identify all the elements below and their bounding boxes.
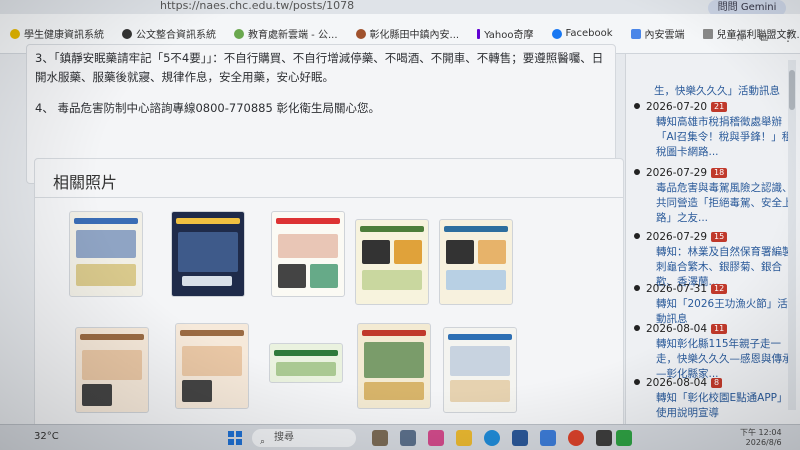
photo-thumbnail[interactable] <box>439 219 513 305</box>
app-icon[interactable] <box>372 430 388 446</box>
main-content: 3、「鎮靜安眠藥請牢記「5不4要」」：不自行購買、不自行增減停藥、不喝酒、不開車… <box>0 44 625 428</box>
screen: https://naes.chc.edu.tw/posts/1078 問問 Ge… <box>0 0 800 450</box>
news-link[interactable]: 轉知高雄市稅捐稽徵處舉辦「AI召集令！稅與爭鋒！」租稅圖卡網路... <box>634 115 794 160</box>
facebook-icon <box>551 28 562 39</box>
news-link[interactable]: 毒品危害與毒駕風險之認識、共同營造「拒絕毒駕、安全上路」之友... <box>634 181 794 226</box>
drive-icon <box>630 28 641 39</box>
system-clock[interactable]: 下午 12:04 2026/8/6 <box>740 428 782 448</box>
toolbar-icons: ☆ ⧉ ⋮ <box>735 30 794 45</box>
news-item: 2026-07-20 21 轉知高雄市稅捐稽徵處舉辦「AI召集令！稅與爭鋒！」租稅… <box>634 100 794 160</box>
photo-thumbnail[interactable] <box>443 327 517 413</box>
app-icon[interactable] <box>596 430 612 446</box>
school-icon <box>355 28 366 39</box>
news-item: 2026-07-29 15 轉知：林業及自然保育署編製刺龜合繁木、銀膠菊、銀合歡、… <box>634 230 794 290</box>
app-icon[interactable] <box>540 430 556 446</box>
windows-start-icon[interactable] <box>228 431 242 445</box>
circle-yellow-icon <box>10 28 20 39</box>
bookmark-cloud[interactable]: 教育處新雲端 - 公... <box>234 26 338 41</box>
app-icon[interactable] <box>512 430 528 446</box>
menu-icon[interactable]: ⋮ <box>782 30 794 45</box>
count-badge: 11 <box>711 324 728 334</box>
chrome-icon[interactable] <box>568 430 584 446</box>
weather-widget[interactable]: 32°C <box>34 431 59 442</box>
photo-thumbnail[interactable] <box>69 211 143 297</box>
line-icon[interactable] <box>616 430 632 446</box>
bookmark-drive[interactable]: 內安雲端 <box>630 26 685 41</box>
count-badge: 21 <box>711 102 728 112</box>
photos-title: 相關照片 <box>53 173 118 192</box>
sidebar-news: 生，快樂久久久」活動訊息 2026-07-20 21 轉知高雄市稅捐稽徵處舉辦「A… <box>625 54 800 424</box>
star-icon[interactable]: ☆ <box>735 30 746 45</box>
news-item: 2026-08-04 8 轉知「彰化校園E點通APP」使用說明宣導 <box>634 376 794 421</box>
photo-thumbnail[interactable] <box>175 323 249 409</box>
news-link[interactable]: 轉知「彰化校園E點通APP」使用說明宣導 <box>634 391 794 421</box>
scrollbar[interactable] <box>788 60 796 410</box>
photo-thumbnail[interactable] <box>355 219 429 305</box>
count-badge: 12 <box>711 284 728 294</box>
photo-thumbnail[interactable] <box>75 327 149 413</box>
taskbar-search[interactable]: ⌕ 搜尋 <box>252 429 356 447</box>
divider <box>35 197 623 198</box>
count-badge: 15 <box>711 232 728 242</box>
bookmark-facebook[interactable]: Facebook <box>551 28 613 39</box>
article-item-3: 3、「鎮靜安眠藥請牢記「5不4要」」：不自行購買、不自行增減停藥、不喝酒、不開車… <box>35 51 604 84</box>
task-view-icon[interactable] <box>400 430 416 446</box>
edge-icon[interactable] <box>484 430 500 446</box>
search-placeholder: 搜尋 <box>274 432 294 443</box>
globe-icon <box>122 28 132 39</box>
bookmark-docs[interactable]: 公文整合資訊系統 <box>122 26 216 41</box>
app-icon[interactable] <box>428 430 444 446</box>
page-icon <box>702 28 713 39</box>
news-item: 2026-07-29 18 毒品危害與毒駕風險之認識、共同營造「拒絕毒駕、安全上路… <box>634 166 794 226</box>
address-bar[interactable]: https://naes.chc.edu.tw/posts/1078 <box>0 0 800 14</box>
bookmark-yahoo[interactable]: Yahoo奇摩 <box>477 26 534 41</box>
scrollbar-thumb[interactable] <box>789 70 795 110</box>
gemini-label: 問問 Gemini <box>717 2 777 13</box>
photo-thumbnail[interactable] <box>271 211 345 297</box>
search-icon: ⌕ <box>260 437 266 447</box>
count-badge: 18 <box>711 168 728 178</box>
photo-thumbnail[interactable] <box>171 211 245 297</box>
extensions-icon[interactable]: ⧉ <box>759 30 768 45</box>
file-explorer-icon[interactable] <box>456 430 472 446</box>
count-badge: 8 <box>711 378 723 388</box>
bookmark-health[interactable]: 學生健康資訊系統 <box>10 26 104 41</box>
news-item: 2026-08-04 11 轉知彰化縣115年親子走一走，快樂久久久—感恩與傳承—… <box>634 322 794 382</box>
article-item-4: 4、 毒品危害防制中心諮詢專線0800-770885 彰化衛生局關心您。 <box>35 101 380 115</box>
yahoo-icon <box>477 28 481 39</box>
taskbar: 32°C ⌕ 搜尋 下午 12:04 2026/8/6 <box>0 424 800 450</box>
cloud-icon <box>234 28 244 39</box>
photos-card: 相關照片 <box>34 158 624 428</box>
sidebar-link[interactable]: 生，快樂久久久」活動訊息 <box>634 84 794 99</box>
bookmark-school[interactable]: 彰化縣田中鎮內安... <box>355 26 459 41</box>
photo-thumbnail[interactable] <box>357 323 431 409</box>
url-text: https://naes.chc.edu.tw/posts/1078 <box>160 0 355 12</box>
news-item: 2026-07-31 12 轉知「2026王功漁火節」活動訊息 <box>634 282 794 327</box>
photo-thumbnail[interactable] <box>269 343 343 383</box>
